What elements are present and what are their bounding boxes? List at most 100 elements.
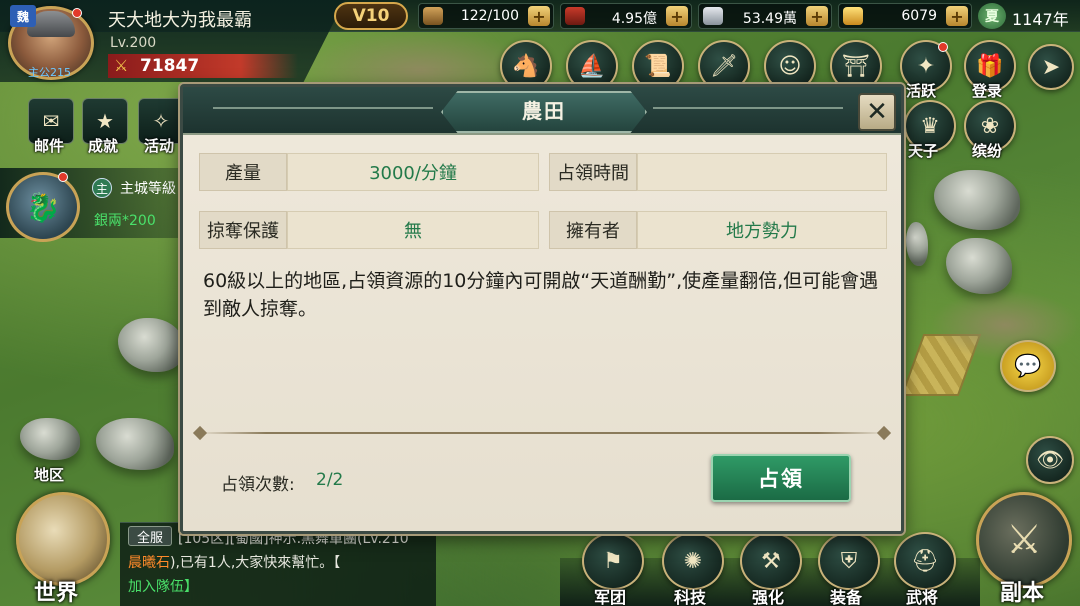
info-row-owner: 擁有者 地方勢力 xyxy=(549,211,887,249)
gold-ingot-icon xyxy=(843,7,863,25)
notification-dot xyxy=(72,8,82,18)
power-bar: ⚔ 71847 xyxy=(108,54,298,78)
info-value xyxy=(637,153,887,191)
boat-icon: ⛵ xyxy=(578,53,606,79)
sparkle-icon: ✧ xyxy=(152,109,170,133)
expand-arrow-button[interactable]: ➤ xyxy=(1028,44,1074,90)
dialog-title: 農田 xyxy=(522,99,566,123)
vip-badge[interactable]: V10 xyxy=(334,2,408,30)
add-stamina-button[interactable]: + xyxy=(528,6,550,26)
year-text: 1147年 xyxy=(1012,10,1069,29)
dialog-description: 60級以上的地區,占領資源的10分鐘內可開啟“天道酬勤”,使產量翻倍,但可能會遇… xyxy=(203,270,879,320)
map-rock xyxy=(96,418,174,470)
info-row-output: 產量 3000/分鐘 xyxy=(199,153,539,191)
enhance-button[interactable]: ⚒ xyxy=(740,532,802,590)
chat-channel-tab[interactable]: 全服 xyxy=(128,526,172,546)
world-map-icon xyxy=(16,492,110,586)
divider-ornament xyxy=(192,425,208,441)
add-silver-button[interactable]: + xyxy=(806,6,828,26)
stamina-resource[interactable]: 122/100 + xyxy=(418,3,554,29)
gift-icon: 🎁 xyxy=(976,53,1004,79)
player-name: 天大地大为我最霸 xyxy=(108,10,252,31)
gold-resource[interactable]: 6079 + xyxy=(838,3,972,29)
notification-dot xyxy=(58,172,68,182)
add-copper-button[interactable]: + xyxy=(666,6,688,26)
close-button[interactable]: ✕ xyxy=(858,93,896,131)
header-ornament xyxy=(213,107,433,109)
info-value: 地方勢力 xyxy=(637,211,887,249)
occupy-count-label: 占領次數: xyxy=(221,475,295,495)
legion-button[interactable]: ⚑ xyxy=(582,532,644,590)
tech-label: 科技 xyxy=(674,588,707,606)
bowl-icon: ❀ xyxy=(980,113,1000,139)
scroll-icon: 📜 xyxy=(644,53,672,79)
login-label: 登录 xyxy=(972,82,1003,100)
chat-message-rest: ),已有1人,大家快來幫忙。【 xyxy=(170,555,341,571)
season-icon: 夏 xyxy=(978,3,1006,29)
join-team-link[interactable]: 加入隊伍】 xyxy=(128,576,198,596)
dungeon-label: 副本 xyxy=(1000,581,1045,606)
power-value: 71847 xyxy=(140,56,200,76)
star-icon: ★ xyxy=(96,109,114,133)
dragon-icon: 🐉 xyxy=(25,190,61,224)
occupy-button[interactable]: 占領 xyxy=(711,454,851,502)
stamina-value: 122/100 xyxy=(460,8,519,24)
equipment-label: 装备 xyxy=(830,588,863,606)
hammer-icon: ⚒ xyxy=(761,548,781,574)
add-gold-button[interactable]: + xyxy=(946,6,968,26)
silver-value: 53.49萬 xyxy=(742,11,797,27)
feather-icon: ✺ xyxy=(683,548,703,574)
helmet-icon: ⛑ xyxy=(911,548,939,574)
view-toggle-button[interactable]: 👁 xyxy=(1026,436,1074,484)
info-value: 無 xyxy=(287,211,539,249)
achievement-label: 成就 xyxy=(88,137,119,155)
divider-ornament xyxy=(876,425,892,441)
eye-icon: 👁 xyxy=(1036,447,1064,473)
info-label: 擁有者 xyxy=(549,211,637,249)
info-row-plunder-protection: 掠奪保護 無 xyxy=(199,211,539,249)
info-value: 3000/分鐘 xyxy=(287,153,539,191)
horse-icon: 🐴 xyxy=(512,53,540,79)
main-quest-badge: 主 xyxy=(92,178,112,198)
gold-value: 6079 xyxy=(901,8,937,24)
dialog-header: 農田 ✕ xyxy=(183,87,901,135)
copper-resource[interactable]: 4.95億 + xyxy=(560,3,692,29)
equipment-button[interactable]: ⛨ xyxy=(818,532,880,590)
crown-icon: ♛ xyxy=(920,113,940,139)
stamina-icon xyxy=(423,7,443,25)
speech-bubble-icon: 💬 xyxy=(1014,353,1042,379)
quest-title: 主城等級 xyxy=(120,181,176,197)
avatar-tag: 主公215 xyxy=(28,66,71,79)
region-icon xyxy=(20,418,80,460)
fan-icon: ✦ xyxy=(916,53,936,79)
sword-icon: 🗡 xyxy=(710,53,738,79)
info-label: 掠奪保護 xyxy=(199,211,287,249)
map-rock xyxy=(906,222,928,266)
legion-label: 军团 xyxy=(594,588,627,606)
events-label: 活动 xyxy=(144,137,175,155)
notification-dot xyxy=(938,42,948,52)
generals-button[interactable]: ⛑ xyxy=(894,532,956,590)
map-rock xyxy=(946,238,1012,294)
quest-reward: 銀兩*200 xyxy=(94,213,156,229)
map-rock xyxy=(118,318,184,372)
info-label: 占領時間 xyxy=(549,153,637,191)
region-label: 地区 xyxy=(34,466,65,484)
treasure-icon: ⛩ xyxy=(842,53,870,79)
silver-ingot-icon xyxy=(703,7,723,25)
copper-icon xyxy=(565,7,585,25)
info-label: 產量 xyxy=(199,153,287,191)
enhance-label: 强化 xyxy=(752,588,785,606)
chat-bubble-button[interactable]: 💬 xyxy=(1000,340,1056,392)
header-ornament xyxy=(653,107,843,109)
envelope-icon: ✉ xyxy=(42,109,60,133)
silver-resource[interactable]: 53.49萬 + xyxy=(698,3,832,29)
farmland-dialog: 農田 ✕ 產量 3000/分鐘 占領時間 掠奪保護 無 擁有者 地方勢力 60級… xyxy=(180,84,904,534)
tech-button[interactable]: ✺ xyxy=(662,532,724,590)
mail-label: 邮件 xyxy=(34,137,65,155)
copper-value: 4.95億 xyxy=(611,11,657,27)
quest-icon[interactable]: 🐉 xyxy=(6,172,80,242)
chat-message-line: 晨曦石),已有1人,大家快來幫忙。【 xyxy=(128,552,340,572)
kingdom-badge: 魏 xyxy=(10,5,36,27)
player-level: Lv.200 xyxy=(110,35,157,51)
